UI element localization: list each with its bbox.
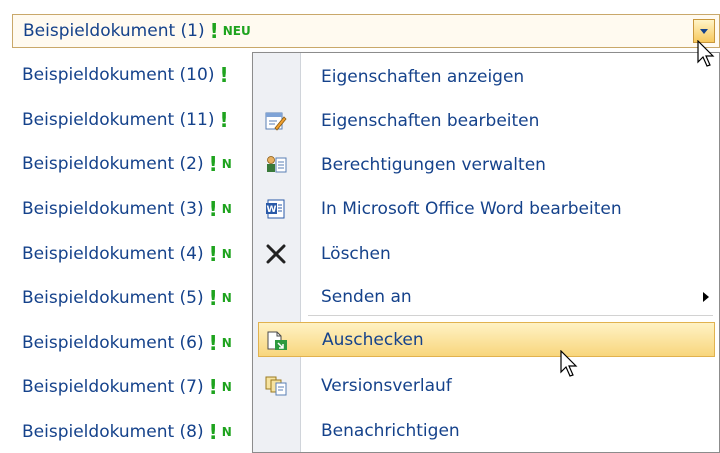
document-link[interactable]: Beispieldokument (3) [12,199,204,219]
document-row[interactable]: Beispieldokument (6) ! N [12,326,232,359]
menu-item-label: Eigenschaften bearbeiten [321,111,540,131]
new-badge: N [221,290,232,305]
document-link[interactable]: Beispieldokument (8) [12,422,204,442]
permissions-icon [267,156,287,173]
new-exclamation-icon: ! [208,374,218,399]
document-link[interactable]: Beispieldokument (4) [12,244,204,264]
menu-item-version-history[interactable]: Versionsverlauf [253,368,719,404]
new-badge: N [221,335,232,350]
context-menu: Eigenschaften anzeigen Eigenschaften bea… [252,52,720,453]
document-row[interactable]: Beispieldokument (8) ! N [12,415,232,448]
new-badge: N [221,156,232,171]
menu-item-label: Senden an [321,287,412,307]
edit-properties-icon [265,112,287,131]
document-link[interactable]: Beispieldokument (6) [12,333,204,353]
menu-item-send-to[interactable]: Senden an [253,279,719,315]
menu-item-label: Versionsverlauf [321,376,452,396]
document-row[interactable]: Beispieldokument (7) ! N [12,370,232,403]
delete-icon [266,244,286,264]
mouse-pointer-icon [560,350,578,377]
document-row-selected[interactable]: Beispieldokument (1) ! NEU [12,14,720,48]
mouse-pointer-icon [697,40,715,67]
menu-item-check-out[interactable]: Auschecken [258,322,715,357]
menu-item-manage-permissions[interactable]: Berechtigungen verwalten [253,147,719,183]
menu-item-label: In Microsoft Office Word bearbeiten [321,199,622,219]
new-exclamation-icon: ! [219,107,229,132]
document-row[interactable]: Beispieldokument (11) ! [12,103,229,136]
menu-item-delete[interactable]: Löschen [253,236,719,272]
document-link[interactable]: Beispieldokument (5) [12,288,204,308]
new-badge: N [221,201,232,216]
submenu-arrow-icon [703,292,709,302]
document-row[interactable]: Beispieldokument (5) ! N [12,281,232,314]
document-link[interactable]: Beispieldokument (11) [12,110,214,130]
document-row[interactable]: Beispieldokument (3) ! N [12,192,232,225]
document-row[interactable]: Beispieldokument (4) ! N [12,237,232,270]
new-badge: N [221,379,232,394]
menu-item-label: Benachrichtigen [321,421,460,441]
document-link[interactable]: Beispieldokument (2) [12,154,204,174]
new-badge: NEU [222,24,251,38]
document-link[interactable]: Beispieldokument (7) [12,377,204,397]
document-row[interactable]: Beispieldokument (2) ! N [12,147,232,180]
svg-text:W: W [267,205,277,215]
menu-item-label: Auschecken [322,329,424,350]
new-exclamation-icon: ! [208,419,218,444]
document-link[interactable]: Beispieldokument (10) [12,65,214,85]
new-exclamation-icon: ! [208,196,218,221]
new-exclamation-icon: ! [209,19,219,43]
document-link[interactable]: Beispieldokument (1) [13,21,205,41]
new-exclamation-icon: ! [208,241,218,266]
menu-item-edit-properties[interactable]: Eigenschaften bearbeiten [253,103,719,139]
menu-item-label: Eigenschaften anzeigen [321,67,525,87]
document-row[interactable]: Beispieldokument (10) ! [12,58,229,91]
new-exclamation-icon: ! [208,285,218,310]
menu-item-label: Berechtigungen verwalten [321,155,546,175]
new-exclamation-icon: ! [219,62,229,87]
new-badge: N [221,246,232,261]
checkout-icon [267,331,287,350]
menu-item-view-properties[interactable]: Eigenschaften anzeigen [253,59,719,95]
new-exclamation-icon: ! [208,151,218,176]
new-exclamation-icon: ! [208,330,218,355]
menu-separator [308,315,713,316]
menu-item-edit-in-word[interactable]: W In Microsoft Office Word bearbeiten [253,191,719,227]
version-history-icon [265,376,287,396]
word-icon: W [266,199,285,219]
menu-item-notify[interactable]: Benachrichtigen [253,413,719,449]
menu-item-label: Löschen [321,244,391,264]
new-badge: N [221,424,232,439]
